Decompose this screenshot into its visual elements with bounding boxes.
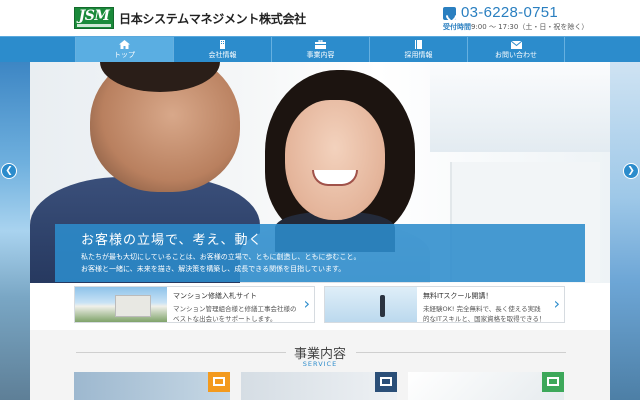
banner-mansion-bid[interactable]: マンション修繕入札サイト マンション管理組合様と修繕工事会社様の ベストな出会い…: [74, 286, 315, 323]
main-nav: トップ 会社情報 事業内容 採用情報 お問い合わせ: [0, 36, 640, 62]
nav-label: お問い合わせ: [495, 51, 537, 59]
next-slide-button[interactable]: ❯: [623, 163, 639, 179]
server-icon: [375, 372, 397, 392]
nav-item-contact[interactable]: お問い合わせ: [467, 37, 565, 62]
logo-underline: [77, 24, 111, 27]
banner-thumbnail: [75, 287, 167, 322]
nav-label: 採用情報: [404, 51, 433, 59]
nav-item-service[interactable]: 事業内容: [271, 37, 369, 62]
hero-caption: お客様の立場で、考え、動く 私たちが最も大切にしていることは、お客様の立場で、と…: [55, 224, 585, 282]
chevron-left-icon: ❮: [5, 166, 13, 176]
banner-title: マンション修繕入札サイト: [173, 292, 257, 300]
nav-item-company[interactable]: 会社情報: [173, 37, 271, 62]
logo[interactable]: JSM: [74, 7, 114, 29]
nav-label: 会社情報: [208, 51, 237, 59]
hero-text-line2: お客様と一緒に、未来を描き、解決策を構築し、成長できる関係を目指しています。: [81, 265, 346, 273]
hero-woman-face: [285, 100, 385, 220]
banner-title: 無料ITスクール開講！: [423, 292, 493, 300]
prev-slide-button[interactable]: ❮: [1, 163, 17, 179]
prev-slide-preview: [0, 62, 30, 400]
chevron-right-icon: ›: [303, 294, 310, 313]
home-icon: [119, 40, 130, 49]
hours-label: 受付時間: [443, 23, 471, 31]
hero-text-line1: 私たちが最も大切にしていることは、お客様の立場で、ともに創造し、ともに歩むこと。: [81, 253, 361, 261]
site-header: JSM 日本システムマネジメント株式会社 03-6228-0751 受付時間 9…: [0, 0, 640, 36]
service-card[interactable]: [408, 372, 564, 400]
book-icon: [415, 40, 422, 49]
divider: [76, 352, 286, 353]
chevron-right-icon: ›: [553, 294, 560, 313]
banner-thumbnail: [325, 287, 417, 322]
nav-label: トップ: [114, 51, 135, 59]
divider: [356, 352, 566, 353]
hero-title: お客様の立場で、考え、動く: [81, 233, 263, 248]
chevron-right-icon: ❯: [627, 166, 635, 176]
business-hours: 9:00 ～ 17:30（土・日・祝を除く）: [471, 23, 589, 31]
nav-item-recruit[interactable]: 採用情報: [369, 37, 467, 62]
company-name[interactable]: 日本システムマネジメント株式会社: [119, 10, 306, 27]
monitor-icon: [208, 372, 230, 392]
banner-text: ベストな出会いをサポートします。: [173, 315, 277, 323]
mail-icon: [511, 40, 522, 49]
hero-window-bg: [430, 62, 610, 152]
banner-text: 未経験OK! 完全無料で、長く使える実践: [423, 305, 541, 313]
briefcase-icon: [315, 40, 326, 49]
service-card[interactable]: [241, 372, 397, 400]
next-slide-preview: [610, 62, 640, 400]
phone-number[interactable]: 03-6228-0751: [461, 4, 558, 21]
building-icon: [220, 40, 225, 49]
service-card[interactable]: [74, 372, 230, 400]
nav-item-top[interactable]: トップ: [75, 37, 173, 62]
chart-icon: [542, 372, 564, 392]
page: JSM 日本システムマネジメント株式会社 03-6228-0751 受付時間 9…: [0, 0, 640, 400]
services-subtitle: SERVICE: [302, 360, 338, 368]
banner-it-school[interactable]: 無料ITスクール開講！ 未経験OK! 完全無料で、長く使える実践 的なITスキル…: [324, 286, 565, 323]
banner-text: マンション管理組合様と修繕工事会社様の: [173, 305, 297, 313]
logo-text: JSM: [78, 8, 110, 24]
nav-label: 事業内容: [306, 51, 335, 59]
banner-text: 的なITスキルと、国家資格を取得できる！: [423, 315, 546, 323]
phone-icon: [443, 7, 456, 20]
